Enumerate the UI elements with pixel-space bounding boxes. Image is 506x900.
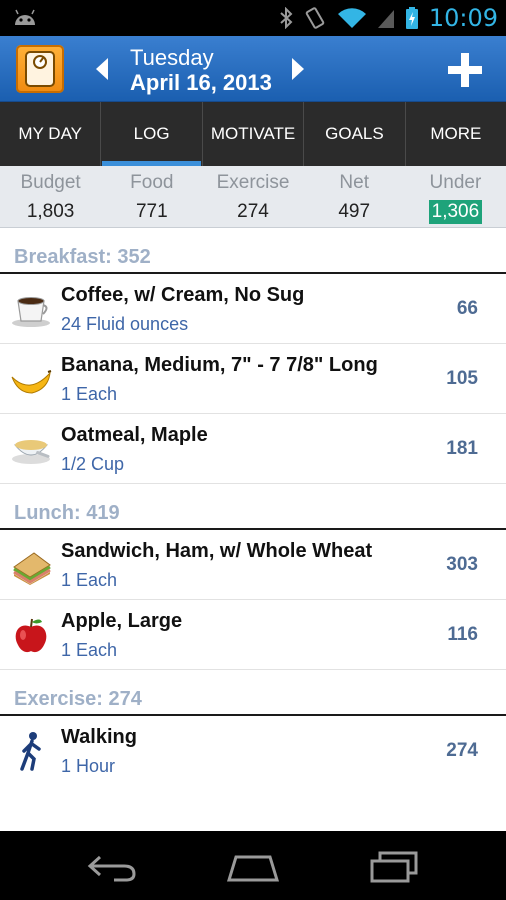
summary-label: Exercise	[216, 172, 290, 193]
exercise-calories: 274	[446, 740, 478, 761]
log-item-banana[interactable]: Banana, Medium, 7" - 7 7/8" Long 1 Each …	[0, 344, 506, 414]
app-logo-scale-icon[interactable]	[16, 45, 64, 93]
food-name: Banana, Medium, 7" - 7 7/8" Long	[61, 354, 378, 376]
date-display: Tuesday April 16, 2013	[130, 46, 272, 96]
food-calories: 116	[447, 624, 478, 645]
summary-value: 497	[338, 201, 371, 222]
full-date: April 16, 2013	[130, 70, 272, 95]
summary-value: 1,803	[26, 201, 75, 222]
log-item-apple[interactable]: Apple, Large 1 Each 116	[0, 600, 506, 670]
tab-label: LOG	[133, 124, 170, 143]
section-title: Lunch: 419	[14, 502, 120, 524]
tab-label: MOTIVATE	[210, 124, 296, 143]
oatmeal-bowl-icon	[12, 440, 50, 464]
tab-my-day[interactable]: MY DAY	[0, 102, 102, 166]
tab-more[interactable]: MORE	[406, 102, 506, 166]
food-amount: 1 Each	[61, 570, 118, 590]
summary-exercise: Exercise 274	[202, 166, 303, 227]
calorie-summary: Budget 1,803 Food 771 Exercise 274 Net 4…	[0, 166, 506, 228]
section-title: Breakfast: 352	[14, 246, 151, 268]
food-name: Coffee, w/ Cream, No Sug	[61, 284, 305, 306]
food-log-list: Breakfast: 352 Coffee, w/ Cream, No Sug …	[0, 228, 506, 831]
food-amount: 24 Fluid ounces	[61, 314, 189, 334]
log-item-sandwich[interactable]: Sandwich, Ham, w/ Whole Wheat 1 Each 303	[0, 530, 506, 600]
summary-label: Food	[130, 172, 174, 193]
tab-label: MY DAY	[18, 124, 82, 143]
summary-label: Net	[339, 172, 369, 193]
vibrate-icon	[305, 7, 325, 29]
summary-net: Net 497	[304, 166, 405, 227]
battery-icon	[405, 7, 418, 29]
apple-icon	[15, 618, 47, 653]
signal-icon	[377, 10, 394, 28]
food-calories: 303	[446, 554, 478, 575]
add-entry-plus-icon[interactable]	[446, 51, 484, 89]
walking-person-icon	[20, 732, 41, 771]
food-amount: 1 Each	[61, 640, 118, 660]
back-icon[interactable]	[86, 849, 138, 883]
system-nav-bar	[0, 831, 506, 900]
android-icon	[15, 9, 35, 25]
recent-apps-icon[interactable]	[368, 849, 420, 883]
food-calories: 105	[446, 368, 478, 389]
food-calories: 66	[456, 298, 478, 319]
exercise-name: Walking	[61, 726, 137, 748]
tab-log[interactable]: LOG	[101, 102, 203, 166]
previous-day-arrow-icon[interactable]	[92, 56, 114, 82]
next-day-arrow-icon[interactable]	[286, 56, 308, 82]
wifi-icon	[337, 8, 366, 28]
food-name: Sandwich, Ham, w/ Whole Wheat	[61, 540, 373, 562]
food-name: Oatmeal, Maple	[61, 424, 208, 446]
exercise-duration: 1 Hour	[61, 756, 116, 776]
tab-label: MORE	[430, 124, 482, 143]
tab-bar: MY DAY LOG MOTIVATE GOALS MORE	[0, 102, 506, 166]
food-amount: 1/2 Cup	[61, 454, 125, 474]
food-calories: 181	[446, 438, 478, 459]
status-bar: 10:09	[0, 0, 506, 36]
section-lunch[interactable]: Lunch: 419	[0, 484, 506, 530]
tab-label: GOALS	[325, 124, 384, 143]
section-breakfast[interactable]: Breakfast: 352	[0, 228, 506, 274]
log-item-oatmeal[interactable]: Oatmeal, Maple 1/2 Cup 181	[0, 414, 506, 484]
tab-motivate[interactable]: MOTIVATE	[203, 102, 305, 166]
home-icon[interactable]	[226, 849, 280, 883]
tab-goals[interactable]: GOALS	[304, 102, 406, 166]
summary-label: Under	[429, 172, 482, 193]
app-header: Tuesday April 16, 2013	[0, 36, 506, 102]
summary-food: Food 771	[101, 166, 202, 227]
food-amount: 1 Each	[61, 384, 118, 404]
summary-value: 274	[237, 201, 269, 222]
summary-under: Under 1,306	[405, 166, 506, 227]
bluetooth-icon	[280, 7, 293, 29]
day-name: Tuesday	[130, 45, 214, 70]
clock: 10:09	[428, 4, 498, 32]
under-badge: 1,306	[428, 200, 483, 224]
section-title: Exercise: 274	[14, 688, 142, 710]
banana-icon	[11, 370, 52, 394]
coffee-cup-icon	[12, 297, 50, 327]
sandwich-icon	[13, 552, 51, 585]
log-item-walking[interactable]: Walking 1 Hour 274	[0, 716, 506, 786]
log-item-coffee[interactable]: Coffee, w/ Cream, No Sug 24 Fluid ounces…	[0, 274, 506, 344]
summary-label: Budget	[20, 172, 81, 193]
section-exercise[interactable]: Exercise: 274	[0, 670, 506, 716]
summary-value: 771	[135, 201, 168, 222]
food-name: Apple, Large	[61, 610, 183, 632]
summary-budget: Budget 1,803	[0, 166, 101, 227]
